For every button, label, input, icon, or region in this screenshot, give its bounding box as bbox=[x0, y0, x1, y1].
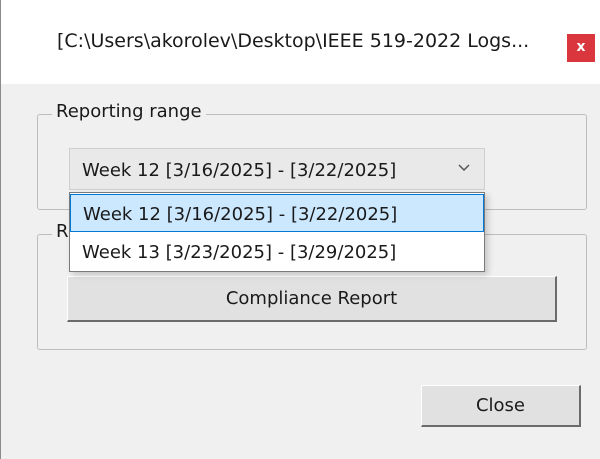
window-title: [C:\Users\akorolev\Desktop\IEEE 519-2022… bbox=[57, 30, 530, 52]
title-bar: [C:\Users\akorolev\Desktop\IEEE 519-2022… bbox=[1, 0, 600, 84]
report-dialog: [C:\Users\akorolev\Desktop\IEEE 519-2022… bbox=[0, 0, 600, 459]
combo-selected-value: Week 12 [3/16/2025] - [3/22/2025] bbox=[82, 160, 397, 181]
reporting-range-combo[interactable]: Week 12 [3/16/2025] - [3/22/2025] bbox=[69, 148, 485, 190]
reporting-range-legend: Reporting range bbox=[52, 101, 206, 122]
dropdown-option-week-13[interactable]: Week 13 [3/23/2025] - [3/29/2025] bbox=[70, 233, 484, 271]
dropdown-option-week-12[interactable]: Week 12 [3/16/2025] - [3/22/2025] bbox=[70, 194, 484, 232]
close-button[interactable]: Close bbox=[421, 385, 581, 427]
close-icon[interactable]: x bbox=[567, 34, 595, 62]
chevron-down-icon[interactable] bbox=[458, 161, 470, 175]
compliance-report-button[interactable]: Compliance Report bbox=[67, 276, 557, 322]
reporting-range-dropdown-list: Week 12 [3/16/2025] - [3/22/2025] Week 1… bbox=[69, 192, 485, 272]
